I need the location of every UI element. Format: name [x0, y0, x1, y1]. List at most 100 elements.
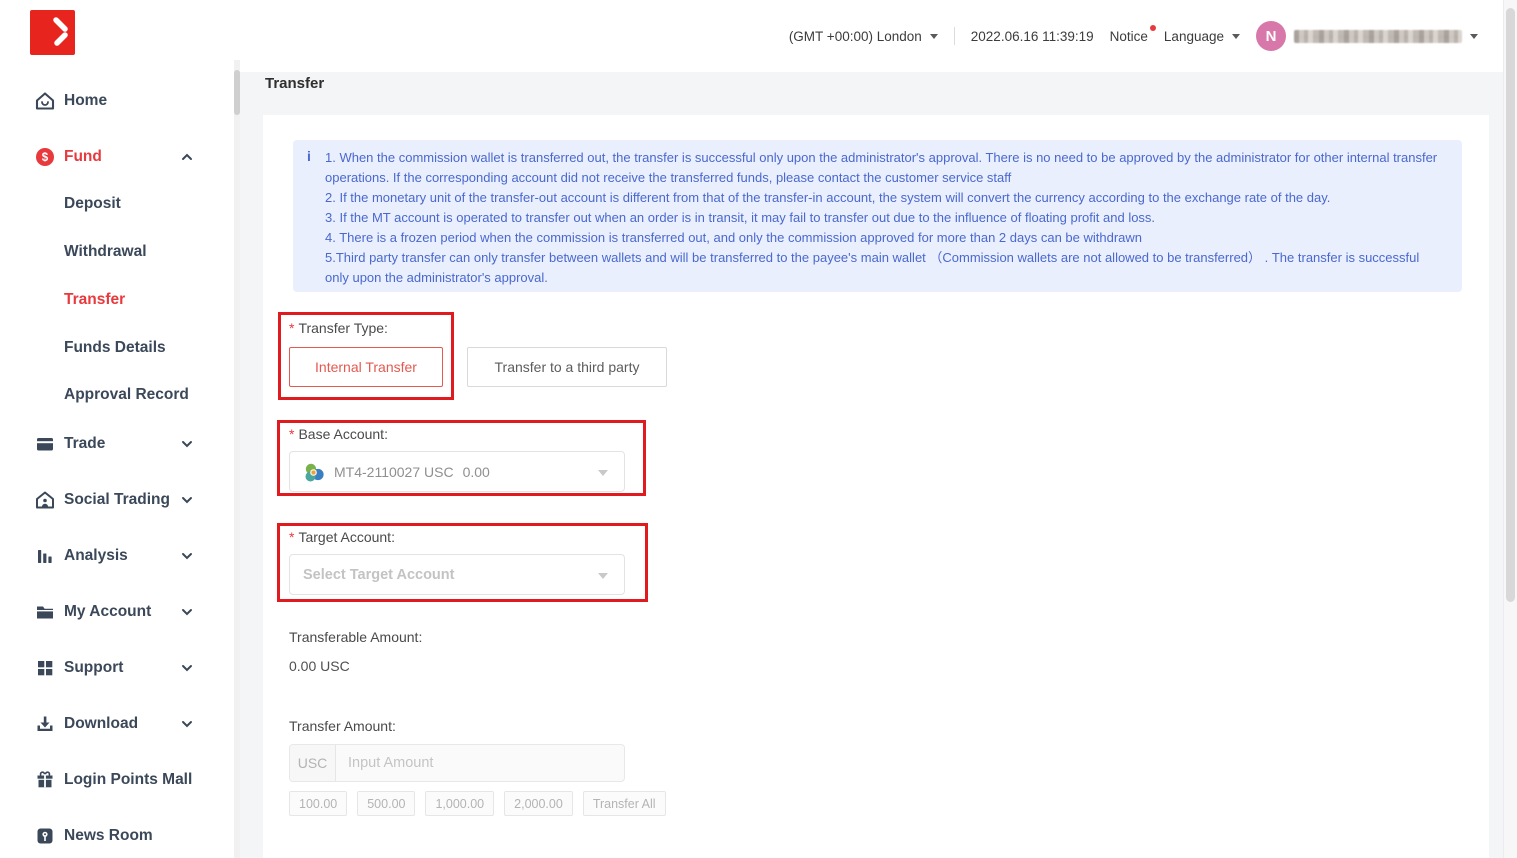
folder-icon — [35, 602, 55, 622]
language-selector[interactable]: Language — [1164, 29, 1240, 44]
sidebar-item-label: Deposit — [64, 195, 121, 213]
divider — [954, 27, 955, 45]
sidebar-scrollbar-thumb[interactable] — [234, 70, 240, 115]
chevron-down-icon — [180, 661, 194, 675]
sidebar-item-label: Funds Details — [64, 339, 166, 357]
notification-dot — [1150, 25, 1156, 31]
grid-icon — [35, 658, 55, 678]
amount-input[interactable] — [336, 745, 624, 781]
sidebar-item-label: Trade — [64, 435, 105, 453]
sidebar-item-funds-details[interactable]: Funds Details — [0, 334, 234, 362]
chevron-down-icon — [180, 493, 194, 507]
brand-logo-icon — [30, 10, 75, 55]
sidebar-item-news-room[interactable]: News Room — [0, 822, 234, 850]
info-icon: i — [307, 148, 311, 164]
sidebar-item-fund[interactable]: $ Fund — [0, 143, 234, 171]
notice-link[interactable]: Notice — [1110, 29, 1148, 44]
target-account-placeholder: Select Target Account — [303, 567, 454, 583]
analysis-icon — [35, 546, 55, 566]
third-party-transfer-button[interactable]: Transfer to a third party — [467, 347, 667, 387]
chevron-down-icon — [930, 34, 938, 39]
sidebar-item-transfer[interactable]: Transfer — [0, 286, 234, 314]
sidebar-item-label: Fund — [64, 148, 102, 166]
chevron-down-icon — [180, 437, 194, 451]
social-trading-icon — [35, 490, 55, 510]
info-note: 1. When the commission wallet is transfe… — [325, 148, 1446, 188]
sidebar-item-approval-record[interactable]: Approval Record — [0, 381, 234, 409]
sidebar-item-my-account[interactable]: My Account — [0, 598, 234, 626]
required-asterisk: * — [289, 529, 294, 545]
sidebar-item-support[interactable]: Support — [0, 654, 234, 682]
chevron-up-icon — [180, 150, 194, 164]
sidebar-item-label: Withdrawal — [64, 243, 147, 261]
info-note: 4. There is a frozen period when the com… — [325, 228, 1446, 248]
info-note: 5.Third party transfer can only transfer… — [325, 248, 1446, 288]
datetime-text: 2022.06.16 11:39:19 — [971, 29, 1094, 44]
sidebar-item-withdrawal[interactable]: Withdrawal — [0, 238, 234, 266]
home-icon — [35, 91, 55, 111]
sidebar-item-label: Approval Record — [64, 386, 189, 404]
notice-label: Notice — [1110, 29, 1148, 44]
sidebar-item-login-points-mall[interactable]: Login Points Mall — [0, 766, 234, 794]
target-account-dropdown[interactable]: Select Target Account — [289, 554, 625, 595]
page-title: Transfer — [265, 75, 324, 92]
sidebar-item-label: Login Points Mall — [64, 771, 192, 789]
sidebar-item-trade[interactable]: Trade — [0, 430, 234, 458]
chevron-down-icon — [180, 549, 194, 563]
base-account-dropdown[interactable]: MT4-2110027 USC0.00 — [289, 451, 625, 492]
sidebar-item-deposit[interactable]: Deposit — [0, 190, 234, 218]
info-note: 3. If the MT account is operated to tran… — [325, 208, 1446, 228]
sidebar-item-label: News Room — [64, 827, 153, 845]
quick-amount-button-100[interactable]: 100.00 — [289, 791, 347, 816]
base-account-value: MT4-2110027 USC0.00 — [334, 464, 490, 480]
timezone-label: (GMT +00:00) London — [789, 29, 922, 44]
quick-amount-button-1000[interactable]: 1,000.00 — [425, 791, 494, 816]
chevron-down-icon — [598, 573, 608, 579]
required-asterisk: * — [289, 320, 294, 336]
sidebar-item-download[interactable]: Download — [0, 710, 234, 738]
transfer-all-button[interactable]: Transfer All — [583, 791, 666, 816]
sidebar-item-analysis[interactable]: Analysis — [0, 542, 234, 570]
transfer-amount-label: Transfer Amount: — [289, 718, 396, 734]
info-box: i 1. When the commission wallet is trans… — [293, 140, 1462, 292]
internal-transfer-button[interactable]: Internal Transfer — [289, 347, 443, 387]
app-root: Home $ Fund Deposit Withdrawal Transfer … — [0, 0, 1517, 858]
language-label: Language — [1164, 29, 1224, 44]
chevron-down-icon — [598, 470, 608, 476]
sidebar-item-label: Social Trading — [64, 491, 170, 509]
transferable-amount-label: Transferable Amount: — [289, 629, 422, 645]
base-account-label: *Base Account: — [289, 426, 388, 442]
currency-prefix: USC — [290, 745, 336, 781]
sidebar-item-label: Analysis — [64, 547, 128, 565]
sidebar-item-label: Support — [64, 659, 123, 677]
page-scrollbar-thumb[interactable] — [1506, 8, 1515, 602]
timezone-selector[interactable]: (GMT +00:00) London — [789, 29, 938, 44]
sidebar: Home $ Fund Deposit Withdrawal Transfer … — [0, 0, 240, 858]
sidebar-item-social-trading[interactable]: Social Trading — [0, 486, 234, 514]
avatar: N — [1256, 21, 1286, 51]
mt4-platform-icon — [302, 461, 326, 485]
download-icon — [35, 714, 55, 734]
dollar-icon: $ — [35, 147, 55, 167]
sidebar-scrollbar-track — [234, 60, 240, 858]
chevron-down-icon — [1232, 34, 1240, 39]
info-note: 2. If the monetary unit of the transfer-… — [325, 188, 1446, 208]
chevron-down-icon — [180, 605, 194, 619]
page-scrollbar-track — [1503, 0, 1517, 858]
sidebar-item-label: Download — [64, 715, 138, 733]
sidebar-item-home[interactable]: Home — [0, 87, 234, 115]
chevron-down-icon — [1470, 34, 1478, 39]
user-menu[interactable]: N — [1256, 21, 1478, 51]
trade-icon — [35, 434, 55, 454]
transferable-amount-value: 0.00 USC — [289, 658, 350, 674]
target-account-label: *Target Account: — [289, 529, 395, 545]
quick-amount-button-2000[interactable]: 2,000.00 — [504, 791, 573, 816]
location-icon — [35, 826, 55, 846]
topbar: (GMT +00:00) London 2022.06.16 11:39:19 … — [240, 0, 1503, 72]
username-redacted — [1294, 30, 1462, 43]
svg-text:$: $ — [42, 152, 49, 164]
gift-icon — [35, 770, 55, 790]
chevron-down-icon — [180, 717, 194, 731]
quick-amount-row: 100.00 500.00 1,000.00 2,000.00 Transfer… — [289, 791, 666, 816]
quick-amount-button-500[interactable]: 500.00 — [357, 791, 415, 816]
